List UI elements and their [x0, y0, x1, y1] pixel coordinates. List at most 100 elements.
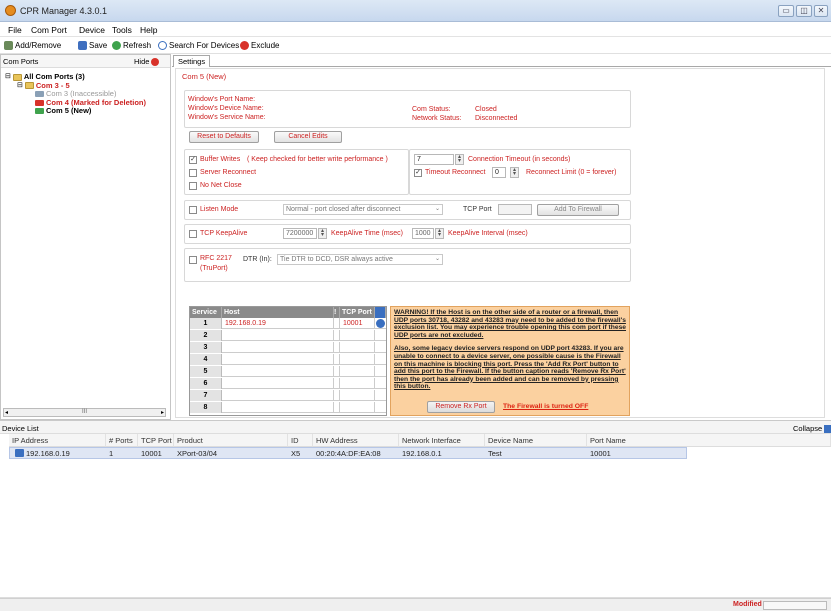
service-number: 7: [190, 390, 222, 401]
server-reconnect-checkbox[interactable]: [189, 169, 197, 177]
tcp-port-cell[interactable]: [340, 342, 375, 353]
keepalive-interval-input[interactable]: 1000: [412, 228, 434, 239]
host-cell[interactable]: [222, 390, 334, 401]
device-list-header: Device List Collapse: [0, 420, 831, 434]
firewall-warning: WARNING! If the Host is on the other sid…: [390, 306, 630, 416]
keepalive-time-input[interactable]: 7200000: [283, 228, 317, 239]
chevron-down-icon: ⌄: [434, 206, 440, 212]
connection-timeout-spinner[interactable]: ▴ ▾: [455, 154, 464, 165]
add-remove-label: Add/Remove: [15, 41, 62, 50]
keepalive-time-spinner[interactable]: ▴ ▾: [318, 228, 327, 239]
buffer-options-box: ✓ Buffer Writes ( Keep checked for bette…: [184, 149, 409, 195]
hide-button[interactable]: Hide: [134, 57, 160, 66]
reset-defaults-button[interactable]: Reset to Defaults: [189, 131, 259, 143]
tcp-port-cell[interactable]: [340, 366, 375, 377]
add-to-firewall-button[interactable]: Add To Firewall: [537, 204, 619, 216]
browse-icon[interactable]: [376, 319, 385, 328]
refresh-button[interactable]: Refresh: [112, 41, 151, 50]
device-table: IP Address # Ports TCP Port Product ID H…: [0, 434, 831, 598]
collapse-button[interactable]: Collapse: [793, 424, 831, 433]
firewall-status-text: The Firewall is turned OFF: [503, 403, 589, 410]
no-net-close-checkbox[interactable]: [189, 182, 197, 190]
device-name: Test: [488, 449, 502, 458]
service-table: Service Host ! TCP Port 1 192.168.0.19 100…: [189, 306, 387, 416]
save-label: Save: [89, 41, 108, 50]
menu-file[interactable]: File: [8, 25, 22, 35]
folder-icon: [24, 82, 34, 90]
tree-item-com5[interactable]: Com 5 (New): [5, 106, 146, 116]
dtr-select[interactable]: Tie DTR to DCD, DSR always active ⌄: [277, 254, 443, 265]
table-row[interactable]: 1 192.168.0.19 10001: [190, 318, 386, 329]
horizontal-scrollbar[interactable]: ◂ III ▸: [3, 408, 166, 417]
table-row[interactable]: 8: [190, 402, 386, 413]
dtr-label: DTR (In):: [243, 256, 272, 263]
rfc2217-checkbox[interactable]: [189, 256, 197, 264]
table-row[interactable]: 2: [190, 330, 386, 341]
buffer-writes-note: ( Keep checked for better write performa…: [247, 156, 388, 163]
device-list-title: Device List: [2, 424, 39, 433]
connection-timeout-input[interactable]: 7: [414, 154, 454, 165]
reconnect-limit-spinner[interactable]: ▴ ▾: [510, 167, 519, 178]
group-title: Com 5 (New): [180, 72, 229, 81]
listen-mode-select[interactable]: Normal - port closed after disconnect ⌄: [283, 204, 443, 215]
menu-tools[interactable]: Tools: [112, 25, 132, 35]
save-icon: [78, 41, 87, 50]
keepalive-interval-label: KeepAlive Interval (msec): [448, 230, 528, 237]
exclude-button[interactable]: Exclude: [240, 41, 279, 50]
tcp-port-label: TCP Port: [463, 206, 492, 213]
scroll-right-arrow[interactable]: ▸: [161, 409, 164, 416]
server-reconnect-label: Server Reconnect: [200, 169, 257, 176]
menu-help[interactable]: Help: [140, 25, 157, 35]
device-hw-address: 00:20:4A:DF:EA:08: [316, 449, 381, 458]
host-cell[interactable]: [222, 330, 334, 341]
close-button[interactable]: ✕: [814, 5, 828, 17]
reconnect-limit-label: Reconnect Limit (0 = forever): [526, 169, 617, 176]
port-icon: [35, 99, 44, 106]
host-cell[interactable]: [222, 342, 334, 353]
settings-pane: Settings Com 5 (New) Window's Port Name:…: [172, 54, 831, 420]
cancel-edits-button[interactable]: Cancel Edits: [274, 131, 342, 143]
listen-mode-checkbox[interactable]: [189, 206, 197, 214]
tree-root[interactable]: ⊟ All Com Ports (3): [5, 72, 146, 82]
tcp-keepalive-checkbox[interactable]: [189, 230, 197, 238]
tab-settings[interactable]: Settings: [173, 55, 211, 67]
table-row[interactable]: 6: [190, 378, 386, 389]
search-devices-button[interactable]: Search For Devices: [158, 41, 239, 50]
save-button[interactable]: Save: [78, 41, 107, 50]
host-cell[interactable]: [222, 354, 334, 365]
tcp-port-cell[interactable]: [340, 402, 375, 413]
host-cell[interactable]: [222, 402, 334, 413]
host-cell[interactable]: [222, 366, 334, 377]
minimize-button[interactable]: ▭: [778, 5, 794, 17]
table-row[interactable]: 3: [190, 342, 386, 353]
tcp-port-cell[interactable]: [340, 378, 375, 389]
tab-strip: Settings: [172, 54, 831, 67]
table-row[interactable]: 7: [190, 390, 386, 401]
table-row[interactable]: 5: [190, 366, 386, 377]
menu-device[interactable]: Device: [79, 25, 105, 35]
column-header-network-interface: Network Interface: [399, 434, 485, 447]
add-remove-button[interactable]: Add/Remove: [4, 41, 61, 50]
buffer-writes-checkbox[interactable]: ✓: [189, 156, 197, 164]
port-icon: [35, 91, 44, 98]
search-label: Search For Devices: [169, 41, 240, 50]
tcp-port-input[interactable]: [498, 204, 532, 215]
scroll-left-arrow[interactable]: ◂: [5, 409, 8, 416]
maximize-button[interactable]: ◫: [796, 5, 812, 17]
status-bar: Modified: [0, 598, 831, 611]
tcp-port-cell[interactable]: [340, 330, 375, 341]
table-row[interactable]: 4: [190, 354, 386, 365]
tcp-port-cell[interactable]: [340, 354, 375, 365]
host-cell[interactable]: [222, 378, 334, 389]
remove-rx-port-button[interactable]: Remove Rx Port: [427, 401, 495, 413]
timeout-reconnect-checkbox[interactable]: ✓: [414, 169, 422, 177]
device-product: XPort-03/04: [177, 449, 218, 458]
reconnect-limit-input[interactable]: 0: [492, 167, 506, 178]
tcp-port-cell[interactable]: 10001: [340, 318, 375, 329]
menu-com-port[interactable]: Com Port: [31, 25, 67, 35]
tcp-port-cell[interactable]: [340, 390, 375, 401]
menu-bar: File Com Port Device Tools Help: [0, 22, 831, 37]
keepalive-interval-spinner[interactable]: ▴ ▾: [435, 228, 444, 239]
host-cell[interactable]: 192.168.0.19: [222, 318, 334, 329]
service-number: 8: [190, 402, 222, 413]
